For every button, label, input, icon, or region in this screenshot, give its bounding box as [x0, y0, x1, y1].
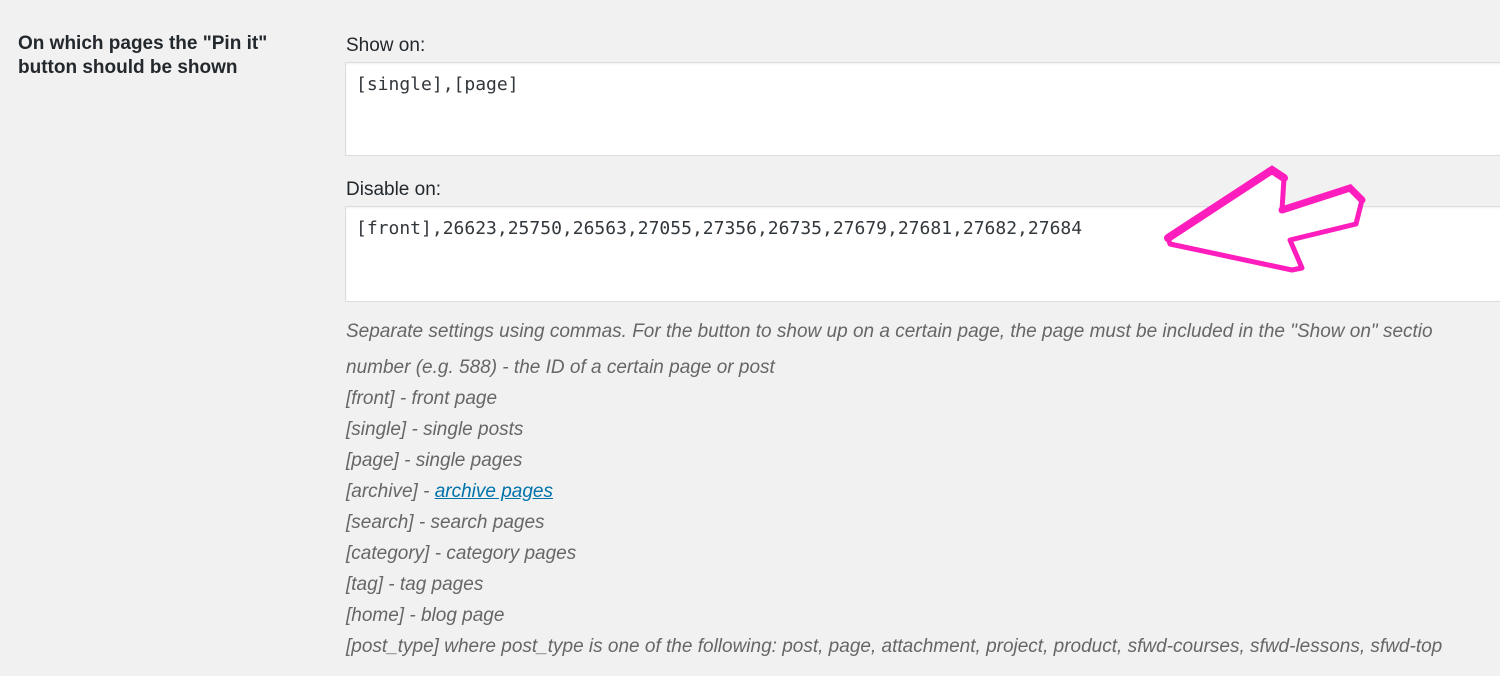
- help-line-post-type: [post_type] where post_type is one of th…: [346, 636, 1443, 657]
- help-line-single: [single] - single posts: [346, 419, 524, 440]
- help-intro: Separate settings using commas. For the …: [346, 321, 1433, 342]
- help-line-tag: [tag] - tag pages: [346, 574, 484, 595]
- help-line-category: [category] - category pages: [346, 543, 577, 564]
- setting-label-line1: On which pages the "Pin it": [18, 33, 268, 54]
- help-archive-prefix: [archive] -: [346, 481, 435, 502]
- arrow-icon: [1164, 165, 1366, 273]
- help-line-page: [page] - single pages: [346, 450, 523, 471]
- disable-on-label: Disable on:: [346, 179, 442, 200]
- help-line-home: [home] - blog page: [346, 605, 505, 626]
- archive-pages-link[interactable]: archive pages: [435, 481, 553, 502]
- setting-label: On which pages the "Pin it" button shoul…: [18, 32, 318, 80]
- show-on-label: Show on:: [346, 35, 426, 56]
- help-line-archive: [archive] - archive pages: [346, 480, 553, 504]
- help-line-number: number (e.g. 588) - the ID of a certain …: [346, 357, 775, 378]
- show-on-textarea[interactable]: [single],[page]: [345, 62, 1500, 156]
- setting-label-line2: button should be shown: [18, 57, 238, 78]
- help-line-search: [search] - search pages: [346, 512, 545, 533]
- help-line-front: [front] - front page: [346, 388, 498, 409]
